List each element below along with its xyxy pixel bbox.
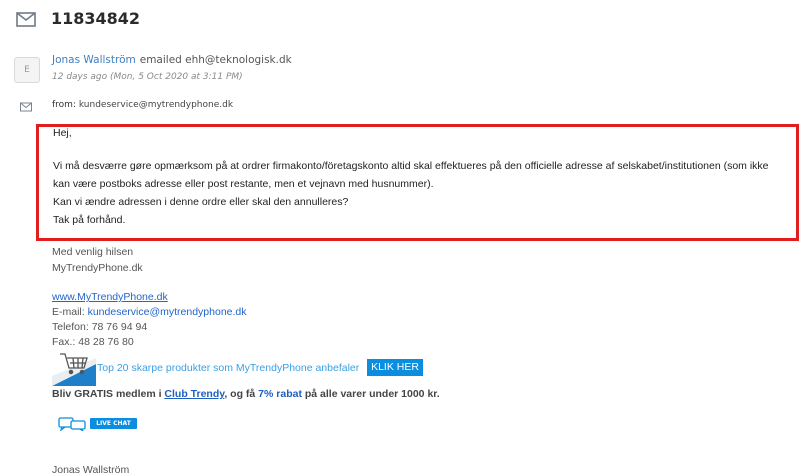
email-label: E-mail: bbox=[52, 306, 88, 318]
club-trendy-link[interactable]: Club Trendy bbox=[164, 388, 224, 400]
footer-name: Jonas Wallström bbox=[52, 464, 130, 474]
signature-company: MyTrendyPhone.dk bbox=[52, 262, 143, 274]
body-line: Tak på forhånd. bbox=[53, 214, 126, 226]
envelope-icon bbox=[20, 102, 32, 112]
signature-fax: Fax.: 48 28 76 80 bbox=[52, 336, 134, 348]
club-post: på alle varer under 1000 kr. bbox=[301, 388, 440, 400]
live-chat-button[interactable]: LIVE CHAT bbox=[90, 418, 137, 429]
shopping-cart-banner-icon[interactable] bbox=[52, 350, 96, 386]
ticket-number: 11834842 bbox=[51, 9, 141, 28]
signature-phone: Telefon: 78 76 94 94 bbox=[52, 321, 148, 333]
website-link[interactable]: www.MyTrendyPhone.dk bbox=[52, 291, 168, 303]
chat-bubbles-icon[interactable] bbox=[58, 417, 86, 431]
avatar: E bbox=[14, 57, 40, 83]
from-label: from: bbox=[52, 100, 76, 110]
club-discount: 7% rabat bbox=[258, 388, 302, 400]
from-line: from: kundeservice@mytrendyphone.dk bbox=[52, 100, 233, 110]
body-line: Kan vi ændre adressen i denne ordre elle… bbox=[53, 196, 349, 208]
message-timestamp: 12 days ago (Mon, 5 Oct 2020 at 3:11 PM) bbox=[52, 72, 243, 82]
signature-website: www.MyTrendyPhone.dk bbox=[52, 291, 168, 303]
body-line: Vi må desværre gøre opmærksom på at ordr… bbox=[53, 160, 769, 172]
message-meta: Jonas Wallström emailed ehh@teknologisk.d… bbox=[52, 54, 292, 66]
club-pre: Bliv GRATIS medlem i bbox=[52, 388, 165, 400]
signature-email: E-mail: kundeservice@mytrendyphone.dk bbox=[52, 306, 247, 318]
message-action: emailed ehh@teknologisk.dk bbox=[139, 54, 292, 66]
club-mid: , og få bbox=[224, 388, 259, 400]
body-line: kan være postboks adresse eller post res… bbox=[53, 178, 434, 190]
email-link[interactable]: kundeservice@mytrendyphone.dk bbox=[88, 306, 247, 318]
body-greeting: Hej, bbox=[53, 127, 72, 139]
author-link[interactable]: Jonas Wallström bbox=[52, 54, 136, 66]
banner-link[interactable]: Top 20 skarpe produkter som MyTrendyPhon… bbox=[97, 362, 359, 374]
klik-her-button[interactable]: KLIK HER bbox=[367, 359, 423, 376]
signature-closing: Med venlig hilsen bbox=[52, 246, 134, 258]
from-address: kundeservice@mytrendyphone.dk bbox=[78, 100, 234, 110]
ticket-mail-icon bbox=[16, 12, 36, 27]
club-trendy-line: Bliv GRATIS medlem i Club Trendy, og få … bbox=[52, 388, 440, 400]
